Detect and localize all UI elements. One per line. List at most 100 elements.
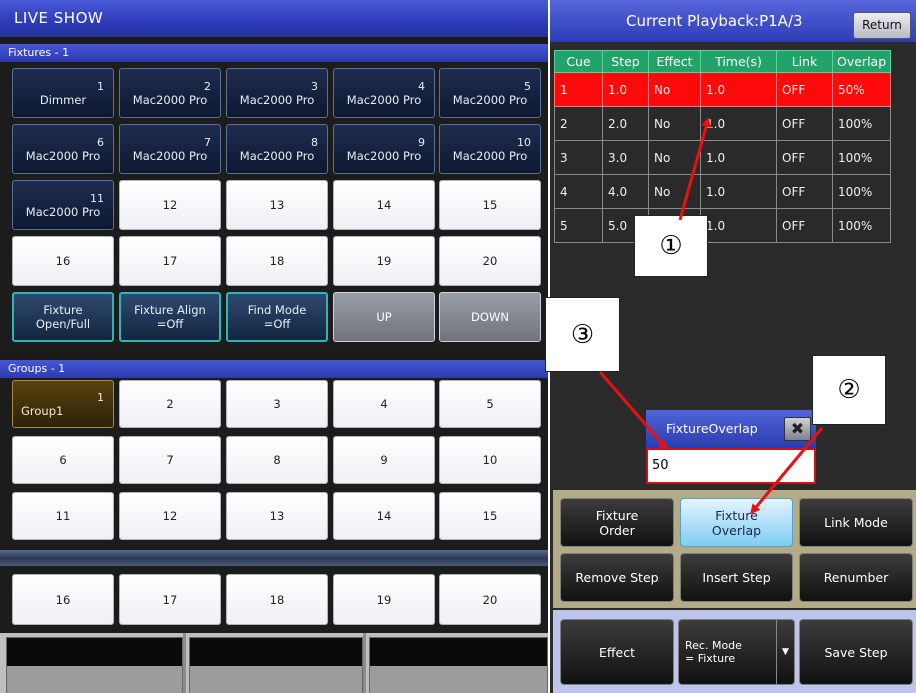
group-empty-slot[interactable]: 4	[333, 380, 435, 428]
fixture-button[interactable]: 6 Mac2000 Pro	[12, 124, 114, 174]
footer-box-2[interactable]	[189, 637, 363, 693]
fixture-button[interactable]: 5 Mac2000 Pro	[439, 68, 541, 118]
group-empty-slot[interactable]: 5	[439, 380, 541, 428]
fixture-empty-slot[interactable]: 19	[333, 236, 435, 286]
cue-cell[interactable]: OFF	[776, 106, 833, 141]
column-header[interactable]: Step	[602, 50, 649, 73]
fixture-empty-slot[interactable]: 17	[119, 236, 221, 286]
fixture-button[interactable]: 11 Mac2000 Pro	[12, 180, 114, 230]
column-header[interactable]: Overlap	[831, 50, 892, 73]
column-header[interactable]: Time(s)	[700, 50, 777, 73]
cue-cell[interactable]: 2	[554, 106, 603, 141]
cue-cell[interactable]: OFF	[776, 72, 833, 107]
column-header[interactable]: Link	[776, 50, 833, 73]
rec-mode-select[interactable]: Rec. Mode = Fixture ▼	[678, 619, 795, 685]
cue-cell[interactable]: OFF	[776, 140, 833, 175]
group-empty-slot[interactable]: 12	[119, 492, 221, 540]
fixture-button[interactable]: 2 Mac2000 Pro	[119, 68, 221, 118]
cue-row[interactable]: 2 2.0 No 1.0 OFF 100%	[554, 106, 892, 141]
cue-cell[interactable]: 5	[554, 208, 603, 243]
fixture-function-button[interactable]: Fixture Open/Full	[12, 292, 114, 342]
cue-cell[interactable]: No	[648, 72, 701, 107]
groups-scrollbar[interactable]	[0, 550, 548, 566]
remove-step-button[interactable]: Remove Step	[560, 553, 674, 602]
cue-cell[interactable]: 1.0	[700, 174, 777, 209]
link-mode-button[interactable]: Link Mode	[799, 498, 913, 547]
cue-row[interactable]: 5 5.0 1.0 OFF 100%	[554, 208, 892, 243]
group-empty-slot[interactable]: 14	[333, 492, 435, 540]
overlap-input[interactable]: 50	[646, 448, 816, 484]
return-button[interactable]: Return	[853, 12, 911, 39]
group-empty-slot[interactable]: 2	[119, 380, 221, 428]
fixture-empty-slot[interactable]: 18	[226, 236, 328, 286]
cue-cell[interactable]: OFF	[776, 174, 833, 209]
fixture-function-button[interactable]: Find Mode =Off	[226, 292, 328, 342]
cue-cell[interactable]: 100%	[831, 208, 892, 243]
save-step-button[interactable]: Save Step	[799, 619, 913, 685]
dropdown-arrow-icon[interactable]: ▼	[776, 620, 794, 684]
fixture-empty-slot[interactable]: 13	[226, 180, 328, 230]
cue-row[interactable]: 4 4.0 No 1.0 OFF 100%	[554, 174, 892, 209]
fixture-empty-slot[interactable]: 14	[333, 180, 435, 230]
cue-cell[interactable]: 1.0	[700, 106, 777, 141]
group-empty-slot[interactable]: 8	[226, 436, 328, 484]
column-header[interactable]: Effect	[648, 50, 701, 73]
cue-cell[interactable]: 4	[554, 174, 603, 209]
cue-cell[interactable]: 100%	[831, 140, 892, 175]
group-button[interactable]: 1 Group1	[12, 380, 114, 428]
cue-cell[interactable]: No	[648, 140, 701, 175]
down-button[interactable]: DOWN	[439, 292, 541, 342]
group-empty-slot[interactable]: 17	[119, 574, 221, 625]
group-empty-slot[interactable]: 6	[12, 436, 114, 484]
cue-cell[interactable]: 1.0	[700, 72, 777, 107]
fixture-button[interactable]: 1 Dimmer	[12, 68, 114, 118]
column-header[interactable]: Cue	[554, 50, 603, 73]
fixture-empty-slot[interactable]: 15	[439, 180, 541, 230]
footer-box-1[interactable]	[6, 637, 183, 693]
footer-box-3[interactable]	[369, 637, 548, 693]
close-icon[interactable]: ✖	[784, 417, 811, 441]
cue-row[interactable]: 3 3.0 No 1.0 OFF 100%	[554, 140, 892, 175]
group-empty-slot[interactable]: 11	[12, 492, 114, 540]
group-empty-slot[interactable]: 9	[333, 436, 435, 484]
fixture-button[interactable]: 10 Mac2000 Pro	[439, 124, 541, 174]
group-empty-slot[interactable]: 19	[333, 574, 435, 625]
group-empty-slot[interactable]: 16	[12, 574, 114, 625]
renumber-button[interactable]: Renumber	[799, 553, 913, 602]
cue-cell[interactable]: 1.0	[700, 208, 777, 243]
fixture-empty-slot[interactable]: 12	[119, 180, 221, 230]
group-empty-slot[interactable]: 7	[119, 436, 221, 484]
cue-cell[interactable]: OFF	[776, 208, 833, 243]
fixture-button[interactable]: 4 Mac2000 Pro	[333, 68, 435, 118]
fixture-empty-slot[interactable]: 20	[439, 236, 541, 286]
fixture-button[interactable]: 9 Mac2000 Pro	[333, 124, 435, 174]
cue-cell[interactable]: 4.0	[602, 174, 649, 209]
fixture-order-button[interactable]: Fixture Order	[560, 498, 674, 547]
cue-cell[interactable]: 3.0	[602, 140, 649, 175]
fixture-empty-slot[interactable]: 16	[12, 236, 114, 286]
insert-step-button[interactable]: Insert Step	[680, 553, 793, 602]
group-empty-slot[interactable]: 18	[226, 574, 328, 625]
cue-cell[interactable]: No	[648, 106, 701, 141]
cue-cell[interactable]: 100%	[831, 106, 892, 141]
fixture-button[interactable]: 7 Mac2000 Pro	[119, 124, 221, 174]
group-empty-slot[interactable]: 13	[226, 492, 328, 540]
effect-button[interactable]: Effect	[560, 619, 674, 685]
cue-cell[interactable]: 100%	[831, 174, 892, 209]
cue-row[interactable]: 1 1.0 No 1.0 OFF 50%	[554, 72, 892, 107]
cue-cell[interactable]: 3	[554, 140, 603, 175]
up-button[interactable]: UP	[333, 292, 435, 342]
group-empty-slot[interactable]: 3	[226, 380, 328, 428]
group-empty-slot[interactable]: 15	[439, 492, 541, 540]
group-empty-slot[interactable]: 20	[439, 574, 541, 625]
cue-cell[interactable]: 50%	[831, 72, 892, 107]
fixture-function-button[interactable]: Fixture Align =Off	[119, 292, 221, 342]
cue-cell[interactable]: 1.0	[602, 72, 649, 107]
group-empty-slot[interactable]: 10	[439, 436, 541, 484]
cue-cell[interactable]: No	[648, 174, 701, 209]
cue-cell[interactable]: 2.0	[602, 106, 649, 141]
fixture-button[interactable]: 3 Mac2000 Pro	[226, 68, 328, 118]
cue-cell[interactable]: 1.0	[700, 140, 777, 175]
cue-cell[interactable]: 1	[554, 72, 603, 107]
fixture-button[interactable]: 8 Mac2000 Pro	[226, 124, 328, 174]
